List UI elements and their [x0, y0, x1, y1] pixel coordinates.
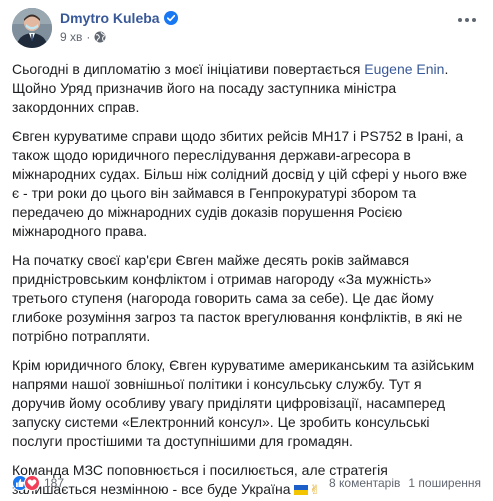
mention-link[interactable]: Eugene Enin	[364, 61, 444, 77]
comments-count-link[interactable]: 8 коментарів	[329, 476, 400, 490]
author-name[interactable]: Dmytro Kuleba	[60, 10, 160, 26]
reaction-count: 187	[44, 476, 65, 490]
post-header: Dmytro Kuleba 9 хв ·	[12, 0, 481, 60]
author-avatar[interactable]	[12, 8, 52, 48]
more-dot	[472, 18, 476, 22]
more-dot	[458, 18, 462, 22]
paragraph-text: Сьогодні в дипломатію з моєї ініціативи …	[12, 61, 365, 77]
separator-dot: ·	[86, 30, 91, 44]
post-paragraph: Крім юридичного блоку, Євген куруватиме …	[12, 357, 475, 449]
post-meta: Dmytro Kuleba 9 хв ·	[60, 8, 178, 44]
shares-count-link[interactable]: 1 поширення	[408, 476, 481, 490]
post-paragraph: Євген куруватиме справи щодо збитих рейс…	[12, 128, 468, 239]
love-reaction-icon	[24, 475, 40, 491]
post-footer: 187 8 коментарів 1 поширення	[12, 473, 481, 493]
verified-badge-icon	[163, 11, 178, 25]
globe-icon[interactable]	[94, 31, 106, 43]
post-subline: 9 хв ·	[60, 30, 178, 44]
more-options-icon[interactable]	[455, 12, 479, 28]
post-paragraph: На початку своєї кар'єри Євген майже дес…	[12, 252, 463, 344]
more-dot	[465, 18, 469, 22]
author-row: Dmytro Kuleba	[60, 10, 178, 26]
reactions-summary[interactable]: 187	[12, 475, 64, 491]
post-paragraph: Сьогодні в дипломатію з моєї ініціативи …	[12, 60, 475, 117]
post-body: Сьогодні в дипломатію з моєї ініціативи …	[12, 60, 481, 499]
facebook-post: Dmytro Kuleba 9 хв · Сьогодні в дипломат…	[0, 0, 493, 501]
post-timestamp[interactable]: 9 хв	[60, 30, 82, 44]
